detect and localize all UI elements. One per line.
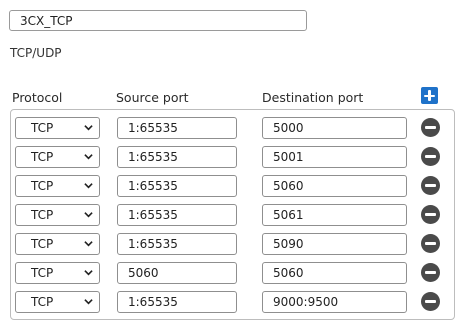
destination-port-input[interactable]: 5060 <box>262 262 407 284</box>
destination-port-input[interactable]: 5000 <box>262 117 407 139</box>
protocol-column-header: Protocol <box>12 90 63 105</box>
service-name-input[interactable] <box>9 10 307 31</box>
protocol-select[interactable]: TCP <box>15 175 100 197</box>
protocol-select[interactable]: TCP <box>15 262 100 284</box>
protocol-select[interactable]: TCP <box>15 233 100 255</box>
remove-row-button[interactable] <box>421 176 440 195</box>
destination-port-input[interactable]: 9000:9500 <box>262 291 407 313</box>
remove-row-button[interactable] <box>421 147 440 166</box>
chevron-down-icon <box>84 154 93 160</box>
remove-row-button[interactable] <box>421 263 440 282</box>
destination-port-input[interactable]: 5090 <box>262 233 407 255</box>
source-port-input[interactable]: 1:65535 <box>117 291 237 313</box>
port-rule-row: TCP 5060 5060 <box>11 262 454 285</box>
protocol-select[interactable]: TCP <box>15 204 100 226</box>
protocol-value: TCP <box>31 237 54 251</box>
protocol-value: TCP <box>31 295 54 309</box>
source-port-input[interactable]: 1:65535 <box>117 204 237 226</box>
remove-row-button[interactable] <box>421 292 440 311</box>
source-port-input[interactable]: 1:65535 <box>117 146 237 168</box>
protocol-select[interactable]: TCP <box>15 291 100 313</box>
destination-port-input[interactable]: 5001 <box>262 146 407 168</box>
destination-port-input[interactable]: 5060 <box>262 175 407 197</box>
remove-row-button[interactable] <box>421 118 440 137</box>
port-rule-row: TCP 1:65535 5061 <box>11 204 454 227</box>
protocol-value: TCP <box>31 150 54 164</box>
chevron-down-icon <box>84 299 93 305</box>
source-port-input[interactable]: 5060 <box>117 262 237 284</box>
destination-port-input[interactable]: 5061 <box>262 204 407 226</box>
port-rules-list: TCP 1:65535 5000 TCP 1:65535 5001 TCP 1:… <box>10 109 455 320</box>
port-rule-row: TCP 1:65535 5000 <box>11 117 454 140</box>
port-rule-row: TCP 1:65535 5090 <box>11 233 454 256</box>
add-row-button[interactable] <box>421 87 438 104</box>
source-port-input[interactable]: 1:65535 <box>117 233 237 255</box>
port-rule-row: TCP 1:65535 9000:9500 <box>11 291 454 314</box>
service-type-label: TCP/UDP <box>10 46 62 60</box>
chevron-down-icon <box>84 270 93 276</box>
source-port-input[interactable]: 1:65535 <box>117 175 237 197</box>
protocol-select[interactable]: TCP <box>15 117 100 139</box>
remove-row-button[interactable] <box>421 234 440 253</box>
chevron-down-icon <box>84 183 93 189</box>
chevron-down-icon <box>84 241 93 247</box>
chevron-down-icon <box>84 212 93 218</box>
port-rule-row: TCP 1:65535 5060 <box>11 175 454 198</box>
port-rule-row: TCP 1:65535 5001 <box>11 146 454 169</box>
protocol-value: TCP <box>31 179 54 193</box>
source-port-column-header: Source port <box>116 90 189 105</box>
protocol-value: TCP <box>31 121 54 135</box>
chevron-down-icon <box>84 125 93 131</box>
destination-port-column-header: Destination port <box>262 90 364 105</box>
source-port-input[interactable]: 1:65535 <box>117 117 237 139</box>
protocol-value: TCP <box>31 266 54 280</box>
remove-row-button[interactable] <box>421 205 440 224</box>
protocol-value: TCP <box>31 208 54 222</box>
protocol-select[interactable]: TCP <box>15 146 100 168</box>
